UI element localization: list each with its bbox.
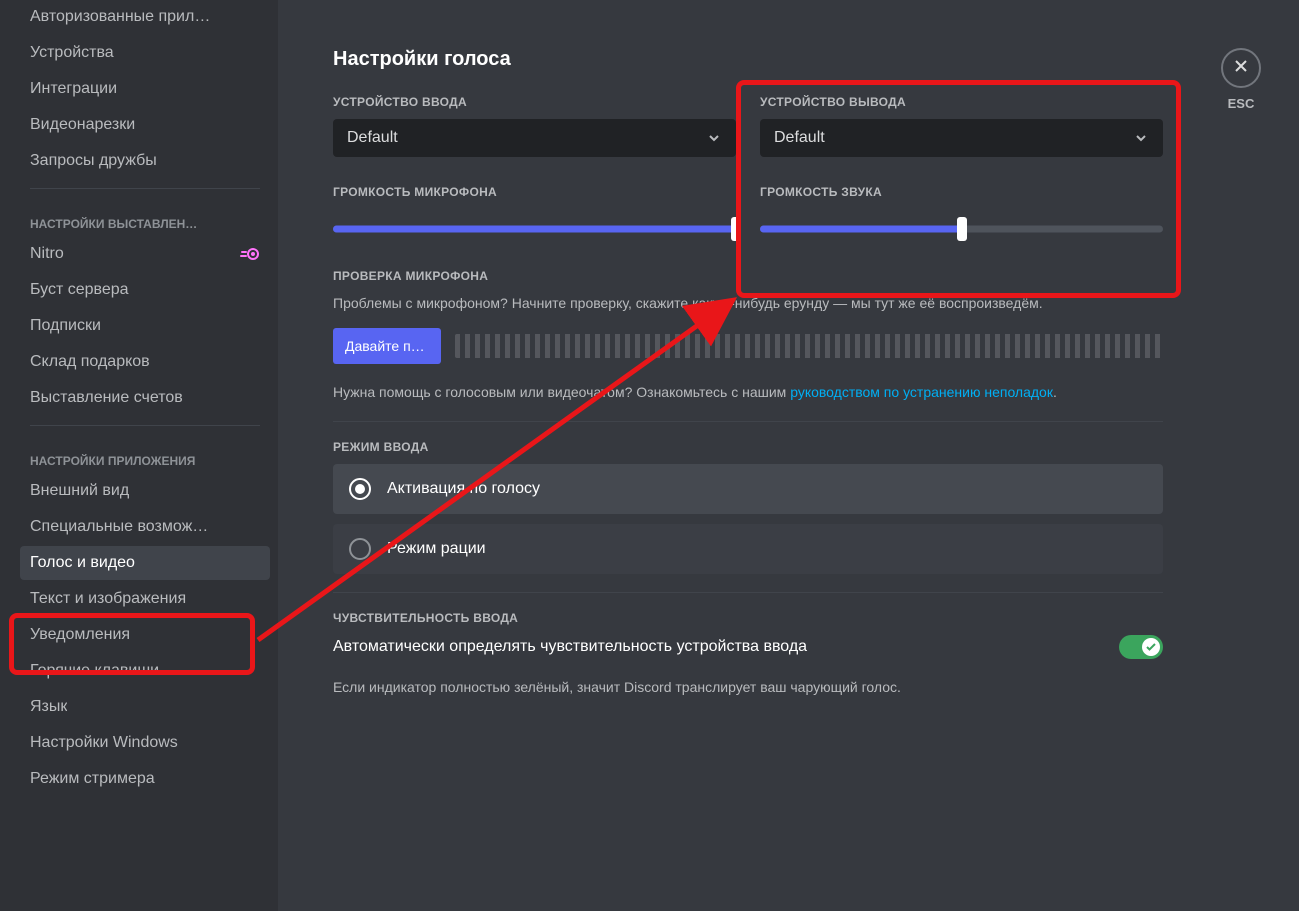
slider-handle[interactable] bbox=[731, 217, 741, 241]
close-icon bbox=[1232, 57, 1250, 80]
sidebar-item-integrations[interactable]: Интеграции bbox=[20, 72, 270, 106]
input-device-value: Default bbox=[347, 129, 398, 147]
sidebar-item-billing[interactable]: Выставление счетов bbox=[20, 381, 270, 415]
radio-icon bbox=[349, 478, 371, 500]
sidebar-item-subscriptions[interactable]: Подписки bbox=[20, 309, 270, 343]
sidebar-item-nitro[interactable]: Nitro bbox=[20, 237, 270, 271]
sidebar-item-notifications[interactable]: Уведомления bbox=[20, 618, 270, 652]
sidebar-item-streamer-mode[interactable]: Режим стримера bbox=[20, 762, 270, 796]
settings-sidebar: Авторизованные прил… Устройства Интеграц… bbox=[0, 0, 278, 911]
nitro-icon bbox=[240, 247, 260, 261]
toggle-knob bbox=[1142, 638, 1160, 656]
input-mode-voice-activity[interactable]: Активация по голосу bbox=[333, 464, 1163, 514]
input-mode-push-to-talk[interactable]: Режим рации bbox=[333, 524, 1163, 574]
close-button[interactable] bbox=[1221, 48, 1261, 88]
input-volume-slider[interactable] bbox=[333, 221, 736, 237]
sidebar-item-gift-inventory[interactable]: Склад подарков bbox=[20, 345, 270, 379]
sidebar-item-devices[interactable]: Устройства bbox=[20, 36, 270, 70]
output-device-label: УСТРОЙСТВО ВЫВОДА bbox=[760, 95, 1163, 109]
sidebar-divider bbox=[30, 425, 260, 426]
slider-handle[interactable] bbox=[957, 217, 967, 241]
chevron-down-icon bbox=[1133, 130, 1149, 146]
output-device-select[interactable]: Default bbox=[760, 119, 1163, 157]
sidebar-divider bbox=[30, 188, 260, 189]
radio-icon bbox=[349, 538, 371, 560]
sidebar-item-windows-settings[interactable]: Настройки Windows bbox=[20, 726, 270, 760]
sensitivity-desc: Если индикатор полностью зелёный, значит… bbox=[333, 677, 1163, 698]
auto-sensitivity-label: Автоматически определять чувствительност… bbox=[333, 638, 807, 656]
input-device-label: УСТРОЙСТВО ВВОДА bbox=[333, 95, 736, 109]
settings-main: Настройки голоса УСТРОЙСТВО ВВОДА Defaul… bbox=[278, 0, 1299, 911]
output-volume-slider[interactable] bbox=[760, 221, 1163, 237]
sidebar-item-text-images[interactable]: Текст и изображения bbox=[20, 582, 270, 616]
mic-test-label: ПРОВЕРКА МИКРОФОНА bbox=[333, 269, 1163, 283]
page-title: Настройки голоса bbox=[333, 48, 1163, 71]
sensitivity-label: ЧУВСТВИТЕЛЬНОСТЬ ВВОДА bbox=[333, 611, 1163, 625]
divider bbox=[333, 421, 1163, 422]
sidebar-header-billing: НАСТРОЙКИ ВЫСТАВЛЕН… bbox=[20, 199, 270, 237]
input-device-select[interactable]: Default bbox=[333, 119, 736, 157]
divider bbox=[333, 592, 1163, 593]
help-link[interactable]: руководством по устранению неполадок bbox=[790, 384, 1053, 400]
sidebar-item-appearance[interactable]: Внешний вид bbox=[20, 474, 270, 508]
sidebar-item-keybinds[interactable]: Горячие клавиши bbox=[20, 654, 270, 688]
sidebar-item-language[interactable]: Язык bbox=[20, 690, 270, 724]
sidebar-item-accessibility[interactable]: Специальные возмож… bbox=[20, 510, 270, 544]
sidebar-header-app: НАСТРОЙКИ ПРИЛОЖЕНИЯ bbox=[20, 436, 270, 474]
sidebar-item-server-boost[interactable]: Буст сервера bbox=[20, 273, 270, 307]
mic-test-button[interactable]: Давайте пр… bbox=[333, 328, 441, 364]
auto-sensitivity-toggle[interactable] bbox=[1119, 635, 1163, 659]
sidebar-item-authorized-apps[interactable]: Авторизованные прил… bbox=[20, 0, 270, 34]
chevron-down-icon bbox=[706, 130, 722, 146]
input-volume-label: ГРОМКОСТЬ МИКРОФОНА bbox=[333, 185, 736, 199]
mic-test-desc: Проблемы с микрофоном? Начните проверку,… bbox=[333, 293, 1163, 314]
input-mode-label: РЕЖИМ ВВОДА bbox=[333, 440, 1163, 454]
output-volume-label: ГРОМКОСТЬ ЗВУКА bbox=[760, 185, 1163, 199]
mic-vu-meter bbox=[455, 334, 1163, 358]
sidebar-item-clips[interactable]: Видеонарезки bbox=[20, 108, 270, 142]
esc-label: ESC bbox=[1221, 96, 1261, 111]
sidebar-item-friend-requests[interactable]: Запросы дружбы bbox=[20, 144, 270, 178]
help-text: Нужна помощь с голосовым или видеочатом?… bbox=[333, 382, 1163, 403]
output-device-value: Default bbox=[774, 129, 825, 147]
sidebar-item-voice-video[interactable]: Голос и видео bbox=[20, 546, 270, 580]
